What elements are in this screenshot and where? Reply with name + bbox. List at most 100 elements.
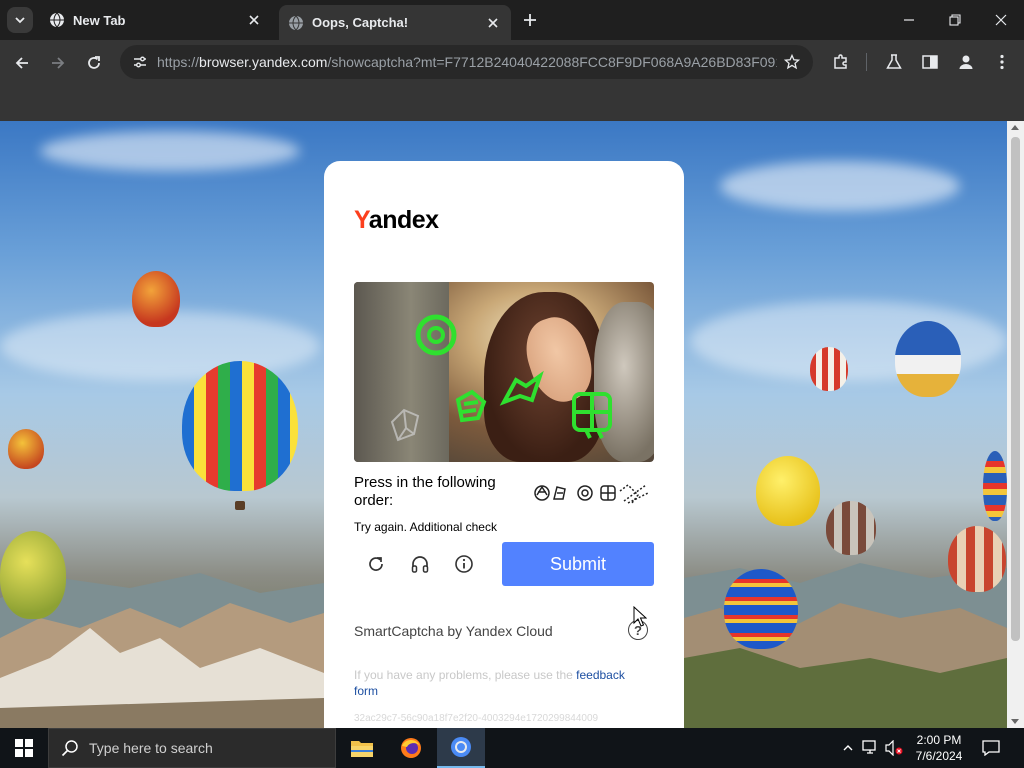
start-button[interactable]: [0, 728, 48, 768]
tab-title: New Tab: [73, 12, 126, 28]
side-panel-button[interactable]: [918, 50, 942, 74]
hot-air-balloon: [983, 451, 1007, 521]
bookmark-star-button[interactable]: [781, 51, 803, 73]
url-text[interactable]: https://browser.yandex.com/showcaptcha?m…: [157, 54, 777, 70]
captcha-instruction: Press in the following order:: [354, 474, 496, 509]
globe-icon: [49, 12, 65, 28]
restore-icon: [949, 14, 961, 26]
request-id: 32ac29c7-56c90a18f7e2f20-4003294e1720299…: [354, 713, 599, 724]
taskbar-firefox[interactable]: [387, 728, 435, 768]
menu-button[interactable]: [990, 50, 1014, 74]
reload-button[interactable]: [81, 50, 107, 76]
target-circle-icon: [577, 485, 593, 501]
network-button[interactable]: [861, 738, 881, 758]
submit-button[interactable]: Submit: [502, 542, 654, 586]
notification-center-button[interactable]: [980, 738, 1002, 758]
smartcaptcha-brand: SmartCaptcha by Yandex Cloud: [354, 623, 553, 639]
site-settings-icon[interactable]: [128, 50, 152, 74]
mouse-cursor-icon: [633, 606, 647, 627]
star-icon: [784, 54, 800, 70]
flag-icon[interactable]: [499, 370, 544, 406]
headphones-icon: [411, 556, 429, 573]
chrome-icon: [451, 737, 471, 757]
extensions-button[interactable]: [829, 50, 853, 74]
taskbar-search[interactable]: Type here to search: [48, 728, 336, 768]
info-icon: [455, 555, 473, 573]
profile-button[interactable]: [954, 50, 978, 74]
hot-air-balloon: [132, 271, 180, 327]
reload-icon: [88, 56, 100, 69]
side-panel-icon: [922, 55, 938, 69]
taskbar-file-explorer[interactable]: [338, 728, 386, 768]
url-path: /showcaptcha?mt=F7712B24040422088FCC8F9D…: [327, 54, 777, 70]
captcha-card: Yandex Press in the following order: Try…: [324, 161, 684, 728]
hot-air-balloon: [948, 526, 1006, 592]
captcha-image[interactable]: [354, 282, 654, 462]
url-host: browser.yandex.com: [199, 54, 328, 70]
address-bar[interactable]: https://browser.yandex.com/showcaptcha?m…: [120, 45, 813, 79]
notification-icon: [982, 740, 1000, 756]
labs-button[interactable]: [882, 50, 906, 74]
info-button[interactable]: [451, 551, 477, 577]
page-scrollbar[interactable]: [1007, 121, 1024, 728]
flask-icon: [886, 54, 902, 69]
hot-air-balloon: [756, 456, 820, 526]
show-hidden-icons-button[interactable]: [838, 738, 858, 758]
volume-button[interactable]: [884, 738, 904, 758]
minimize-button[interactable]: [897, 8, 921, 32]
gift-icon[interactable]: [572, 392, 612, 439]
search-icon: [61, 740, 78, 757]
hot-air-balloon: [810, 347, 848, 391]
puzzle-icon: [834, 54, 847, 69]
order-sequence: [534, 484, 649, 504]
toolbar-divider: [866, 53, 867, 71]
url-scheme: https://: [157, 54, 200, 70]
retry-message: Try again. Additional check: [354, 520, 497, 534]
firefox-icon: [401, 738, 421, 758]
browser-toolbar: https://browser.yandex.com/showcaptcha?m…: [0, 40, 1024, 85]
scroll-up-arrow-icon[interactable]: [1011, 125, 1019, 130]
target-circle-icon[interactable]: [415, 314, 457, 356]
tab-search-button[interactable]: [7, 7, 33, 33]
shield-icon: [534, 485, 550, 501]
logo-letter: Y: [354, 206, 369, 234]
hot-air-balloon: [895, 321, 961, 397]
logo-rest: andex: [368, 206, 439, 234]
tab-title: Oops, Captcha!: [312, 15, 409, 30]
back-button[interactable]: [9, 50, 35, 76]
hot-air-balloon: [8, 429, 44, 469]
close-tab-icon[interactable]: [483, 13, 503, 33]
close-window-button[interactable]: [989, 8, 1013, 32]
problem-notice: If you have any problems, please use the…: [354, 667, 644, 699]
shield-icon[interactable]: [455, 389, 487, 423]
cloud: [40, 131, 300, 171]
chevron-down-icon: [15, 17, 25, 24]
close-tab-icon[interactable]: [244, 10, 264, 30]
scrollbar-thumb[interactable]: [1011, 137, 1020, 641]
page-background: Yandex Press in the following order: Try…: [0, 121, 1007, 728]
clock-time: 2:00 PM: [916, 733, 962, 747]
problem-text: If you have any problems, please use the: [354, 668, 577, 682]
person-icon: [959, 55, 973, 69]
tab-new-tab[interactable]: New Tab: [40, 5, 272, 35]
close-icon: [995, 14, 1007, 26]
restore-button[interactable]: [943, 8, 967, 32]
audio-captcha-button[interactable]: [407, 551, 433, 577]
bookmark-bar: [0, 85, 1024, 121]
search-placeholder: Type here to search: [89, 740, 213, 756]
plus-icon: [524, 14, 536, 26]
new-tab-button[interactable]: [518, 8, 542, 32]
cube-icon[interactable]: [390, 408, 420, 442]
arrow-left-icon: [15, 57, 28, 69]
cloud: [720, 161, 960, 211]
hot-air-balloon: [182, 361, 298, 491]
tab-oops-captcha[interactable]: Oops, Captcha!: [279, 5, 511, 40]
forward-button[interactable]: [45, 50, 71, 76]
scroll-down-arrow-icon[interactable]: [1011, 719, 1019, 724]
speaker-muted-icon: [885, 740, 903, 756]
windows-taskbar: Type here to search 2:00 PM 7/6/2024: [0, 728, 1024, 768]
system-clock[interactable]: 2:00 PM 7/6/2024: [904, 732, 974, 764]
windows-logo-icon: [15, 739, 33, 757]
refresh-captcha-button[interactable]: [363, 551, 389, 577]
taskbar-chrome[interactable]: [437, 728, 485, 768]
